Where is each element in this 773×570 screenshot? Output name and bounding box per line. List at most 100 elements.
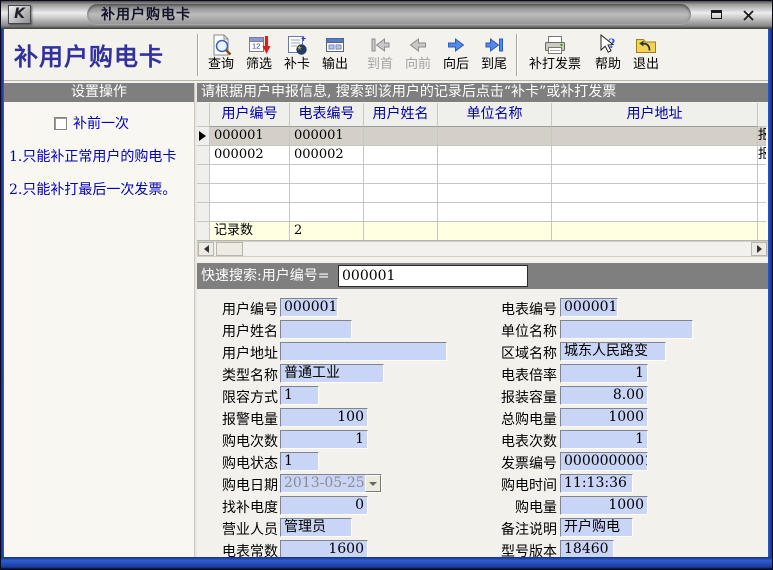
dropdown-button[interactable] <box>365 475 381 492</box>
toolbar-button-first: 到首 <box>361 31 399 79</box>
form-row: 用户地址区域名称城东人民路变 <box>197 341 768 363</box>
grid-cell[interactable]: 000002 <box>290 146 364 165</box>
table-row[interactable]: 000002000002报 <box>197 146 768 165</box>
grid-cell[interactable]: 000001 <box>210 127 290 146</box>
form-row: 营业人员管理员备注说明开户购电 <box>197 517 768 539</box>
grid-cell[interactable] <box>552 146 758 165</box>
toolbar-button-next[interactable]: 向后 <box>437 31 475 79</box>
exit-icon <box>634 33 658 57</box>
field-right-2[interactable] <box>560 320 693 339</box>
field-label: 区域名称 <box>477 343 557 363</box>
quick-search-input[interactable] <box>338 265 528 287</box>
field-right-1[interactable]: 000001 <box>560 298 618 317</box>
field-left-8[interactable]: 1 <box>280 452 319 471</box>
form-row: 用户姓名单位名称 <box>197 319 768 341</box>
sidebar-note-1: 1.只能补正常用户的购电卡 <box>9 148 192 166</box>
grid-clipped-cell: 报 <box>758 127 766 146</box>
grid-cell[interactable] <box>364 146 438 165</box>
field-left-2[interactable] <box>280 320 352 339</box>
field-right-11[interactable]: 开户购电 <box>560 518 633 537</box>
toolbar-button-output[interactable]: 输出 <box>316 31 354 79</box>
form-row: 限容方式1 报装容量8.00 <box>197 385 768 407</box>
checkbox-icon[interactable] <box>54 117 67 130</box>
empty-row <box>197 184 768 203</box>
field-left-4[interactable]: 普通工业 <box>280 364 384 383</box>
field-left-9[interactable]: 2013-05-25 <box>280 474 382 493</box>
grid-column-header[interactable]: 用户姓名 <box>364 103 438 127</box>
toolbar-button-exit[interactable]: 退出 <box>627 31 665 79</box>
field-right-5[interactable]: 8.00 <box>560 386 648 405</box>
grid-horizontal-scrollbar[interactable] <box>197 241 768 257</box>
grid-column-header[interactable]: 电表编号 <box>290 103 364 127</box>
field-left-7[interactable]: 1 <box>280 430 368 449</box>
maximize-icon <box>711 10 722 19</box>
grid-cell[interactable]: 000001 <box>290 127 364 146</box>
table-row[interactable]: 000001000001 报 <box>197 127 768 146</box>
field-label: 限容方式 <box>197 387 278 407</box>
field-right-4[interactable]: 1 <box>560 364 648 383</box>
grid-column-header[interactable]: 单位名称 <box>438 103 552 127</box>
field-value: 1000 <box>608 409 644 425</box>
grid-cell[interactable] <box>552 127 758 146</box>
row-indicator-cell <box>197 222 210 241</box>
toolbar-separator <box>516 34 518 76</box>
field-right-8[interactable]: 0000000001 <box>560 452 648 471</box>
window-frame-left <box>1 29 4 569</box>
scrollbar-thumb[interactable] <box>216 242 243 256</box>
field-right-9[interactable]: 11:13:36 <box>560 474 633 493</box>
field-right-6[interactable]: 1000 <box>560 408 648 427</box>
field-right-3[interactable]: 城东人民路变 <box>560 342 666 361</box>
grid-cell[interactable] <box>438 127 552 146</box>
toolbar-button-label: 筛选 <box>246 57 272 73</box>
field-label: 类型名称 <box>197 365 278 385</box>
field-left-1[interactable]: 000001 <box>280 298 338 317</box>
field-label: 备注说明 <box>477 519 557 539</box>
toolbar-button-card[interactable]: +*补卡 <box>278 31 316 79</box>
card-icon: +* <box>285 33 309 57</box>
toolbar-button-printer[interactable]: 补打发票 <box>521 31 589 79</box>
toolbar-button-filter[interactable]: 12筛选 <box>240 31 278 79</box>
maximize-button[interactable] <box>706 6 726 23</box>
toolbar-button-label: 退出 <box>633 57 659 73</box>
field-right-10[interactable]: 1000 <box>560 496 648 515</box>
help-icon: ? <box>596 33 620 57</box>
grid-cell[interactable] <box>364 127 438 146</box>
field-label: 购电时间 <box>477 475 557 495</box>
grid-column-header[interactable]: 用户地址 <box>552 103 758 127</box>
instruction-banner: 请根据用户申报信息, 搜索到该用户的记录后点击“补卡”或补打发票 <box>197 83 768 102</box>
grid-header-row: 用户编号电表编号用户姓名单位名称用户地址 <box>197 103 768 127</box>
patch-previous-checkbox[interactable]: 补前一次 <box>54 113 194 133</box>
grid-cell[interactable]: 000002 <box>210 146 290 165</box>
scroll-right-icon <box>757 245 762 253</box>
field-left-5[interactable]: 1 <box>280 386 319 405</box>
form-row: 类型名称普通工业电表倍率1 <box>197 363 768 385</box>
toolbar-button-search[interactable]: 查询 <box>202 31 240 79</box>
quick-search-label: 快速搜索:用户编号= <box>201 263 329 289</box>
field-value: 普通工业 <box>284 365 340 381</box>
grid-column-header[interactable]: 用户编号 <box>210 103 290 127</box>
grid-clipped-cell <box>758 222 766 241</box>
field-label: 购电状态 <box>197 453 278 473</box>
field-left-11[interactable]: 管理员 <box>280 518 352 537</box>
main-panel: 请根据用户申报信息, 搜索到该用户的记录后点击“补卡”或补打发票 用户编号电表编… <box>197 83 768 557</box>
toolbar-button-help[interactable]: ?帮助 <box>589 31 627 79</box>
field-value: 1000 <box>608 497 644 513</box>
scroll-left-button[interactable] <box>198 242 214 256</box>
field-right-7[interactable]: 1 <box>560 430 648 449</box>
next-icon <box>444 33 468 57</box>
scroll-right-button[interactable] <box>751 242 767 256</box>
field-left-3[interactable] <box>280 342 447 361</box>
field-label: 购电次数 <box>197 431 278 451</box>
grid-cell-empty <box>438 184 552 203</box>
toolbar-button-last[interactable]: 到尾 <box>475 31 513 79</box>
field-value: 18460 <box>564 541 609 557</box>
close-button[interactable] <box>738 6 758 23</box>
toolbar-button-label: 向后 <box>443 57 469 73</box>
grid-cell-empty <box>290 203 364 222</box>
grid-cell[interactable] <box>438 146 552 165</box>
toolbar: 补用户购电卡 查询12筛选+*补卡输出到首向前向后到尾补打发票?帮助退出 <box>4 29 768 81</box>
field-left-10[interactable]: 0 <box>280 496 368 515</box>
field-label: 报装容量 <box>477 387 557 407</box>
field-left-6[interactable]: 100 <box>280 408 368 427</box>
grid-clipped-cell <box>758 184 766 203</box>
